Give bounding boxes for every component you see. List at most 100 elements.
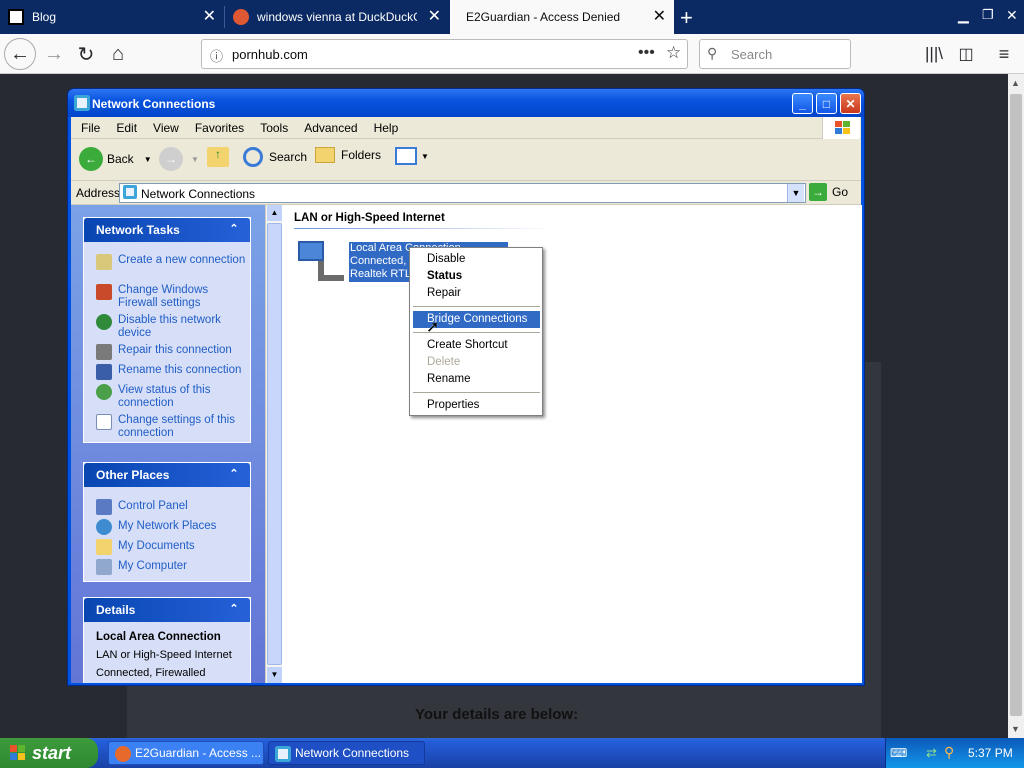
menu-tools[interactable]: Tools: [252, 121, 296, 135]
menu-item-properties[interactable]: Properties: [413, 397, 540, 414]
close-tab-icon[interactable]: ✕: [428, 9, 441, 25]
details-header[interactable]: Details ⌃: [84, 598, 250, 622]
collapse-chevron-icon[interactable]: ⌃: [226, 467, 242, 483]
address-dropdown-icon[interactable]: ▼: [787, 184, 804, 202]
page-actions-icon[interactable]: •••: [638, 44, 655, 62]
toolbar: ← Back ▼ → ▼ ↑ Search Folders ▼: [71, 139, 861, 181]
task-view-status[interactable]: View status of this connection: [118, 384, 246, 410]
close-window-button[interactable]: ✕: [840, 93, 861, 114]
scroll-down-icon[interactable]: ▼: [267, 667, 282, 683]
go-label: Go: [832, 185, 849, 199]
task-rename-connection[interactable]: Rename this connection: [118, 364, 246, 377]
views-button[interactable]: ▼: [395, 147, 429, 165]
taskbar-button-e2guardian[interactable]: E2Guardian - Access ...: [108, 741, 264, 765]
menu-item-status[interactable]: Status: [413, 268, 540, 285]
new-tab-plus-icon[interactable]: +: [680, 5, 693, 31]
repair-wrench-icon: [96, 344, 112, 360]
url-bar[interactable]: ⓘ pornhub.com ••• ☆: [201, 39, 688, 69]
menu-item-create-shortcut[interactable]: Create Shortcut: [413, 337, 540, 354]
address-field[interactable]: Network Connections ▼: [119, 183, 806, 203]
network-tasks-header[interactable]: Network Tasks ⌃: [84, 218, 250, 242]
details-name: Local Area Connection: [96, 631, 221, 643]
restore-browser-icon[interactable]: ❐: [982, 7, 994, 23]
page-scroll-thumb[interactable]: [1010, 94, 1022, 716]
task-repair-connection[interactable]: Repair this connection: [118, 344, 246, 357]
place-network-places[interactable]: My Network Places: [118, 520, 246, 533]
scroll-down-icon[interactable]: ▼: [1011, 724, 1020, 734]
menu-item-repair[interactable]: Repair: [413, 285, 540, 302]
menu-advanced[interactable]: Advanced: [296, 121, 365, 135]
sidebar-toggle-icon[interactable]: ◫: [950, 38, 982, 70]
tab-duckduckgo[interactable]: windows vienna at DuckDuckGo ✕: [225, 0, 449, 34]
clock[interactable]: 5:37 PM: [968, 746, 1013, 760]
up-folder-button[interactable]: ↑: [207, 147, 229, 167]
back-arrow-icon[interactable]: ←: [4, 38, 36, 70]
minimize-window-button[interactable]: _: [792, 93, 813, 114]
network-places-icon: [96, 519, 112, 535]
lan-connection-icon[interactable]: [296, 235, 346, 283]
menu-hamburger-icon[interactable]: ≡: [988, 38, 1020, 70]
search-button[interactable]: Search: [243, 147, 307, 167]
go-button[interactable]: → Go: [809, 183, 848, 201]
other-places-header[interactable]: Other Places ⌃: [84, 463, 250, 487]
views-dropdown-icon[interactable]: ▼: [421, 152, 429, 161]
menu-item-disable[interactable]: Disable: [413, 251, 540, 268]
back-label: Back: [107, 152, 134, 166]
folders-button[interactable]: Folders: [315, 147, 381, 163]
close-browser-icon[interactable]: ✕: [1006, 7, 1018, 24]
close-tab-icon[interactable]: ✕: [203, 9, 216, 25]
window-titlebar[interactable]: Network Connections _ □ ✕: [68, 89, 864, 117]
place-control-panel[interactable]: Control Panel: [118, 500, 246, 513]
windows-logo-icon: [822, 117, 860, 139]
task-change-settings[interactable]: Change settings of this connection: [118, 414, 246, 440]
forward-button[interactable]: → ▼: [159, 147, 199, 171]
menu-help[interactable]: Help: [366, 121, 407, 135]
back-arrow-icon: ←: [79, 147, 103, 171]
menu-file[interactable]: File: [73, 121, 108, 135]
tab-blog[interactable]: Blog ✕: [0, 0, 224, 34]
back-dropdown-icon[interactable]: ▼: [144, 155, 152, 164]
forward-arrow-icon[interactable]: →: [38, 38, 70, 70]
home-icon[interactable]: ⌂: [102, 38, 134, 70]
other-places-panel: Other Places ⌃ Control Panel My Network …: [83, 462, 251, 582]
place-my-computer[interactable]: My Computer: [118, 560, 246, 573]
bookmark-star-icon[interactable]: ☆: [666, 43, 681, 63]
reload-icon[interactable]: ↻: [70, 38, 102, 70]
menu-edit[interactable]: Edit: [108, 121, 145, 135]
task-pane-scrollbar[interactable]: ▲ ▼: [265, 205, 282, 683]
place-my-documents[interactable]: My Documents: [118, 540, 246, 553]
info-icon[interactable]: ⓘ: [210, 46, 223, 65]
close-tab-icon[interactable]: ✕: [653, 9, 666, 25]
tab-e2guardian[interactable]: E2Guardian - Access Denied ✕: [450, 0, 674, 34]
menu-favorites[interactable]: Favorites: [187, 121, 252, 135]
maximize-window-button[interactable]: □: [816, 93, 837, 114]
tab-title: Blog: [32, 10, 57, 24]
start-button[interactable]: start: [0, 738, 98, 768]
scroll-up-icon[interactable]: ▲: [1011, 78, 1020, 88]
taskbar-button-network-connections[interactable]: Network Connections: [268, 741, 425, 765]
page-scrollbar[interactable]: ▲ ▼: [1008, 74, 1024, 738]
menu-item-rename[interactable]: Rename: [413, 371, 540, 388]
scroll-thumb[interactable]: [267, 223, 282, 665]
search-label: Search: [269, 150, 308, 164]
search-tray-icon[interactable]: ⚲: [944, 744, 954, 761]
scroll-up-icon[interactable]: ▲: [267, 205, 282, 221]
network-tray-icon[interactable]: ⇄: [926, 745, 937, 761]
library-icon[interactable]: |||\: [918, 38, 950, 70]
address-label: Address: [76, 186, 121, 200]
taskbar-button-label: Network Connections: [295, 746, 410, 760]
collapse-chevron-icon[interactable]: ⌃: [226, 602, 242, 618]
up-folder-icon: ↑: [207, 147, 229, 167]
network-connections-icon: [123, 185, 137, 199]
keyboard-icon[interactable]: ⌨: [890, 746, 907, 760]
minimize-browser-icon[interactable]: ▁: [958, 7, 969, 24]
back-button[interactable]: ← Back ▼: [79, 147, 152, 171]
menu-view[interactable]: View: [145, 121, 187, 135]
collapse-chevron-icon[interactable]: ⌃: [226, 222, 242, 238]
task-firewall-settings[interactable]: Change Windows Firewall settings: [118, 284, 246, 310]
forward-dropdown-icon[interactable]: ▼: [191, 155, 199, 164]
task-disable-device[interactable]: Disable this network device: [118, 314, 246, 340]
task-create-connection[interactable]: Create a new connection: [118, 254, 246, 267]
search-input[interactable]: ⚲ Search: [699, 39, 851, 69]
panel-title: Network Tasks: [96, 223, 180, 237]
